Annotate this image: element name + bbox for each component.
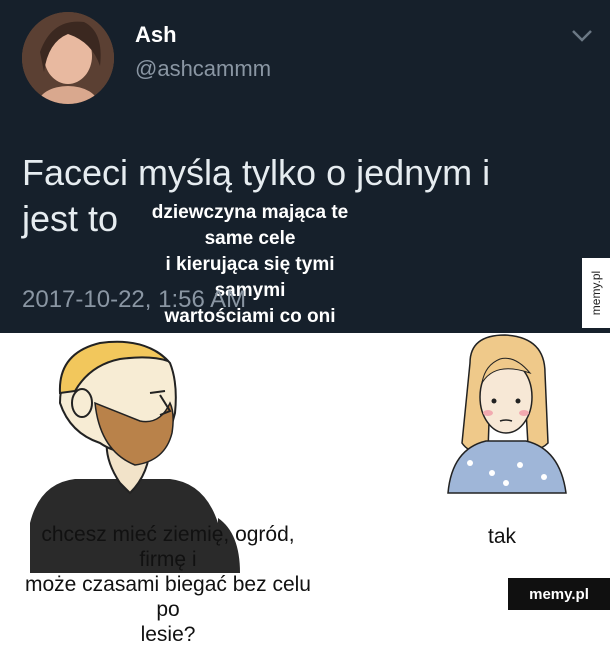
side-watermark: memy.pl	[582, 258, 610, 328]
chad-caption-line: lesie?	[140, 623, 196, 646]
chad-caption: chcesz mieć ziemię, ogród, firmę i może …	[18, 522, 318, 647]
chad-caption-line: może czasami biegać bez celu po	[25, 573, 311, 621]
display-name[interactable]: Ash	[135, 22, 177, 48]
chevron-down-icon[interactable]	[570, 28, 594, 44]
overlay-line: dziewczyna mająca te same cele	[151, 202, 349, 249]
girl-illustration	[447, 334, 567, 494]
bottom-watermark: memy.pl	[508, 578, 610, 610]
tweet-text-line: Faceci myślą tylko o jednym i	[22, 152, 491, 193]
chad-caption-line: chcesz mieć ziemię, ogród, firmę i	[41, 523, 295, 571]
user-handle[interactable]: @ashcammm	[135, 56, 271, 82]
girl-caption: tak	[488, 525, 517, 548]
tweet-timestamp[interactable]: 2017-10-22, 1:56 AM	[22, 286, 246, 314]
tweet-card: Ash @ashcammm Faceci myślą tylko o jedny…	[0, 0, 610, 333]
profile-avatar[interactable]	[22, 12, 114, 104]
side-watermark-text: memy.pl	[589, 270, 604, 316]
